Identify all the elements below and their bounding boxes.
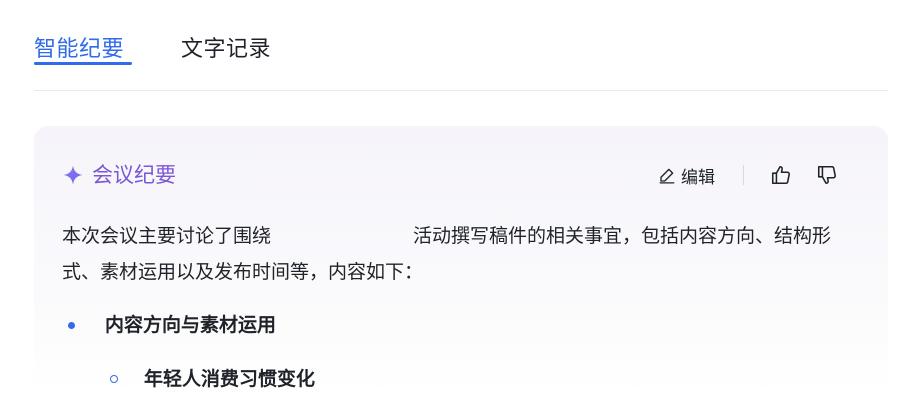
sub-list-item: 年轻人消费习惯变化: [110, 366, 315, 392]
sparkle-icon: [62, 164, 84, 186]
card-title: 会议纪要: [92, 163, 176, 187]
thumbs-up-icon[interactable]: [770, 164, 792, 186]
summary-paragraph: 本次会议主要讨论了围绕 活动撰写稿件的相关事宜，包括内容方向、结构形式、素材运用以…: [62, 218, 852, 290]
smart-summary-page: 智能纪要 文字记录 会议纪要 编辑 本次会议主要讨论了围绕 活动撰写稿件的相关事…: [0, 0, 900, 411]
list-item: 内容方向与素材运用: [68, 312, 276, 338]
tab-bar: 智能纪要 文字记录: [34, 0, 888, 91]
summary-text-before: 本次会议主要讨论了围绕: [62, 225, 272, 247]
edit-label: 编辑: [681, 167, 715, 188]
thumbs-down-icon[interactable]: [816, 164, 838, 186]
tab-transcript-label: 文字记录: [181, 37, 272, 62]
meeting-summary-card: 会议纪要 编辑 本次会议主要讨论了围绕 活动撰写稿件的相关事宜，包括内容方向、结…: [34, 126, 888, 411]
edit-button[interactable]: 编辑: [658, 163, 715, 188]
bullet-dot: [68, 321, 75, 329]
sub-list-item-label: 年轻人消费习惯变化: [144, 368, 316, 390]
pencil-icon: [658, 166, 676, 184]
list-item-label: 内容方向与素材运用: [105, 314, 277, 336]
tab-transcript[interactable]: 文字记录: [181, 36, 271, 64]
tab-smart-summary-label: 智能纪要: [34, 37, 125, 62]
card-actions: 编辑: [658, 162, 838, 188]
tab-smart-summary[interactable]: 智能纪要: [34, 36, 132, 65]
actions-divider: [743, 165, 744, 185]
active-tab-indicator: [34, 62, 132, 65]
card-header: 会议纪要: [62, 162, 176, 188]
hollow-bullet-dot: [110, 375, 118, 383]
